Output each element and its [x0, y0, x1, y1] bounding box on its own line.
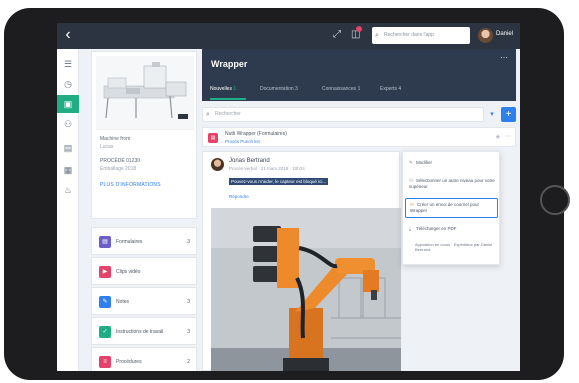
feed-subtitle[interactable]: Procès Punch list — [225, 139, 260, 144]
more-info-link[interactable]: PLUS D'INFORMATIONS — [100, 182, 161, 188]
menu-item-download-pdf[interactable]: ⤓ Télécharger en PDF — [409, 226, 497, 232]
list-item[interactable]: ≡ Procédures 2 — [91, 347, 197, 371]
download-icon: ⤓ — [409, 226, 411, 231]
filter-icon[interactable]: ▾ — [486, 107, 498, 122]
wrapper-machine-illustration — [103, 62, 188, 119]
global-search-placeholder: Rechercher dans l'app — [384, 32, 434, 38]
rail-clock-icon[interactable]: ◷ — [57, 75, 79, 93]
more-icon[interactable]: ⋯ — [500, 53, 508, 62]
list-item[interactable]: ▤ Formulaires 3 — [91, 227, 197, 255]
rail-flame-icon[interactable]: ♨ — [57, 181, 79, 199]
doc-count: 3 — [187, 299, 190, 305]
list-item[interactable]: ✎ Notes 3 — [91, 287, 197, 315]
product-process-label: PROCÉDÉ 01230 — [100, 158, 141, 164]
list-item[interactable]: ✓ Instructions de travail 3 — [91, 317, 197, 345]
product-image — [96, 56, 194, 130]
product-ref-label: Machine from — [100, 136, 131, 142]
menu-item-select-level[interactable]: ⚇ Sélectionner un autre niveau pour votre… — [409, 178, 497, 190]
search-icon: ⌕ — [206, 111, 210, 118]
rail-calendar-icon[interactable]: ▦ — [57, 161, 79, 179]
rail-list-icon[interactable]: ☰ — [57, 55, 79, 73]
doc-label: Formulaires — [116, 239, 143, 245]
home-button[interactable] — [540, 185, 570, 215]
product-card: Machine from Lucas PROCÉDÉ 01230 Emballa… — [91, 51, 197, 219]
pencil-icon: ✎ — [409, 160, 413, 165]
feed-header[interactable]: ▤ Nutti Wrapper (Formulaires) Procès Pun… — [202, 127, 516, 147]
add-button[interactable]: + — [501, 107, 516, 122]
top-bar: ‹ ⤢ ◫ ⌕ Rechercher dans l'app Daniel — [57, 23, 520, 49]
robot-arm-photo[interactable] — [211, 208, 401, 371]
app-screen: ‹ ⤢ ◫ ⌕ Rechercher dans l'app Daniel ☰ ◷… — [57, 23, 520, 371]
active-tab-indicator — [210, 98, 246, 100]
doc-count: 3 — [187, 239, 190, 245]
menu-item-edit[interactable]: ✎ Modifier — [409, 160, 497, 166]
expand-icon[interactable]: ⤢ — [333, 28, 341, 42]
doc-label: Notes — [116, 299, 130, 305]
global-search-input[interactable]: ⌕ Rechercher dans l'app — [372, 27, 470, 44]
checklist-icon: ✓ — [99, 326, 111, 338]
list-item[interactable]: ▶ Clips vidéo — [91, 257, 197, 285]
search-icon: ⌕ — [375, 32, 379, 39]
form-icon: ▤ — [208, 133, 218, 143]
chevron-left-icon[interactable]: ‹ — [57, 23, 79, 49]
user-name[interactable]: Daniel — [496, 31, 513, 37]
page-title: Wrapper — [211, 59, 248, 69]
main-panel: Wrapper ⋯ Nouvelles 1 Documentation 3 Co… — [202, 49, 516, 371]
feed-title: Nutti Wrapper (Formulaires) — [225, 131, 287, 137]
rail-box-icon[interactable]: ▣ — [57, 95, 79, 113]
doc-label: Clips vidéo — [116, 269, 141, 275]
main-header: Wrapper ⋯ Nouvelles 1 Documentation 3 Co… — [202, 49, 516, 101]
more-icon[interactable]: ⋯ — [505, 133, 511, 140]
doc-count: 2 — [187, 359, 190, 365]
menu-footnote: Apposition en cours · Expéditeur par Dan… — [415, 242, 493, 252]
doc-label: Procédures — [116, 359, 142, 365]
doc-label: Instructions de travail — [116, 329, 164, 335]
reply-link[interactable]: Répondre — [229, 194, 249, 199]
search-placeholder: Rechercher — [215, 111, 241, 117]
robot-arm-illustration — [211, 208, 401, 371]
form-icon: ▤ — [99, 236, 111, 248]
post-text: Pouvez-vous m'aider, le capteur est bloq… — [229, 178, 329, 185]
product-ref-value: Lucas — [100, 144, 114, 150]
post-card: Jonas Bertrand Procès-verbal · 21 mars 2… — [202, 151, 401, 371]
note-icon: ✎ — [99, 296, 111, 308]
action-menu: ✎ Modifier ⚇ Sélectionner un autre niveau … — [402, 151, 500, 265]
star-icon[interactable]: ★ — [495, 133, 501, 141]
doc-count: 3 — [187, 329, 190, 335]
rail-document-icon[interactable]: ▤ — [57, 139, 79, 157]
product-column: Machine from Lucas PROCÉDÉ 01230 Emballa… — [91, 51, 197, 371]
tab-nouvelles[interactable]: Nouvelles 1 — [210, 86, 236, 92]
product-process-value: Emballage 2018 — [100, 166, 137, 172]
search-input[interactable]: ⌕ Rechercher — [202, 107, 484, 122]
notification-badge — [356, 26, 362, 32]
post-meta: Procès-verbal · 21 mars 2018 · 10h34 — [229, 166, 305, 171]
icon-rail: ☰ ◷ ▣ ⚇ ▤ ▦ ♨ — [57, 49, 79, 371]
rail-group-icon[interactable]: ⚇ — [57, 115, 79, 133]
avatar[interactable] — [211, 158, 224, 171]
avatar[interactable] — [478, 28, 493, 43]
tab-documentation[interactable]: Documentation 3 — [260, 86, 298, 92]
procedure-icon: ≡ — [99, 356, 111, 368]
video-icon: ▶ — [99, 266, 111, 278]
menu-item-send-email[interactable]: ✉ Créer un envoi de courriel pour Wrapper — [405, 198, 498, 218]
tab-experts[interactable]: Experts 4 — [380, 86, 401, 92]
tab-connaissances[interactable]: Connaissances 1 — [322, 86, 360, 92]
post-author[interactable]: Jonas Bertrand — [229, 158, 270, 164]
